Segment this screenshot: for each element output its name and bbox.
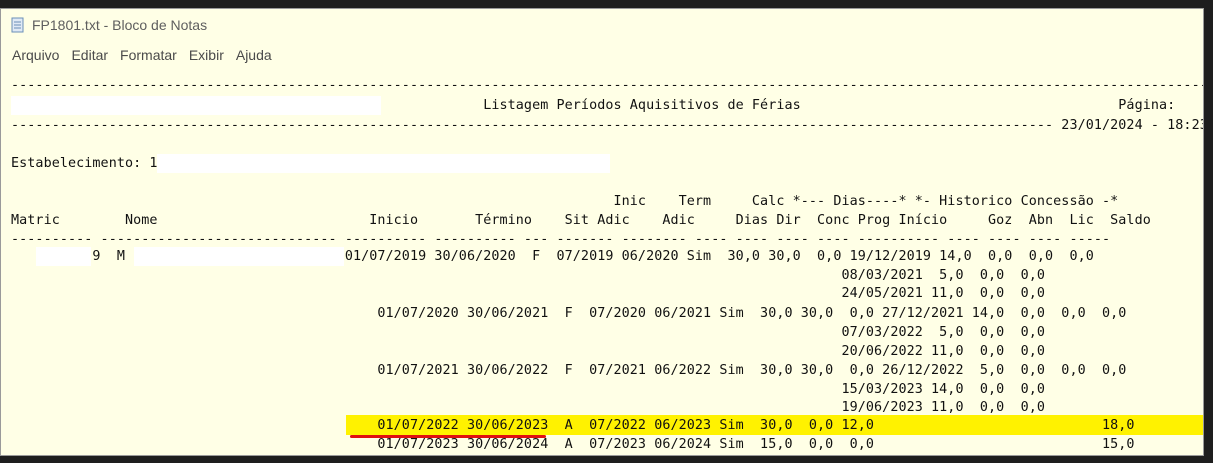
menu-formatar[interactable]: Formatar bbox=[114, 47, 183, 63]
table-row: 08/03/2021 5,0 0,0 0,0 bbox=[11, 268, 1046, 283]
title-bar: FP1801.txt - Bloco de Notas bbox=[1, 9, 1203, 41]
table-row: 19/06/2023 11,0 0,0 0,0 bbox=[11, 400, 1046, 415]
report-line: ----------------------------------------… bbox=[11, 78, 1204, 93]
column-header-line-2: Matric Nome Inicio Término Sit Adic Adic… bbox=[11, 213, 1151, 228]
establishment-line: Estabelecimento: 1 bbox=[11, 156, 158, 171]
table-row: 01/07/2020 30/06/2021 F 07/2020 06/2021 … bbox=[11, 306, 1127, 321]
table-row-highlighted: 01/07/2022 30/06/2023 A 07/2022 06/2023 … bbox=[11, 418, 1135, 433]
report-date-line: ----------------------------------------… bbox=[11, 118, 1204, 133]
table-row: 15/03/2023 14,0 0,0 0,0 bbox=[11, 382, 1046, 397]
notepad-icon bbox=[11, 17, 24, 33]
notepad-window: FP1801.txt - Bloco de Notas Arquivo Edit… bbox=[0, 8, 1204, 456]
menu-editar[interactable]: Editar bbox=[65, 47, 114, 63]
table-row: 07/03/2022 5,0 0,0 0,0 bbox=[11, 325, 1046, 340]
table-row: 20/06/2022 11,0 0,0 0,0 bbox=[11, 344, 1046, 359]
table-row: 01/07/2023 30/06/2024 A 07/2023 06/2024 … bbox=[11, 437, 1135, 452]
menu-ajuda[interactable]: Ajuda bbox=[230, 47, 278, 63]
menu-exibir[interactable]: Exibir bbox=[183, 47, 230, 63]
redaction-mask-company bbox=[11, 96, 381, 115]
menu-arquivo[interactable]: Arquivo bbox=[6, 47, 65, 63]
redaction-mask-matric bbox=[36, 247, 91, 266]
red-underline-mark bbox=[350, 435, 546, 438]
table-row: 01/07/2021 30/06/2022 F 07/2021 06/2022 … bbox=[11, 363, 1127, 378]
text-editor-area[interactable]: ----------------------------------------… bbox=[1, 69, 1203, 455]
table-row: 24/05/2021 11,0 0,0 0,0 bbox=[11, 286, 1046, 301]
column-header-line-1: Inic Term Calc *--- Dias----* *- Histori… bbox=[11, 194, 1119, 209]
menu-bar: Arquivo Editar Formatar Exibir Ajuda bbox=[1, 41, 1203, 69]
redaction-mask-establishment bbox=[157, 154, 610, 173]
window-title: FP1801.txt - Bloco de Notas bbox=[32, 17, 208, 33]
redaction-mask-name bbox=[134, 247, 344, 266]
